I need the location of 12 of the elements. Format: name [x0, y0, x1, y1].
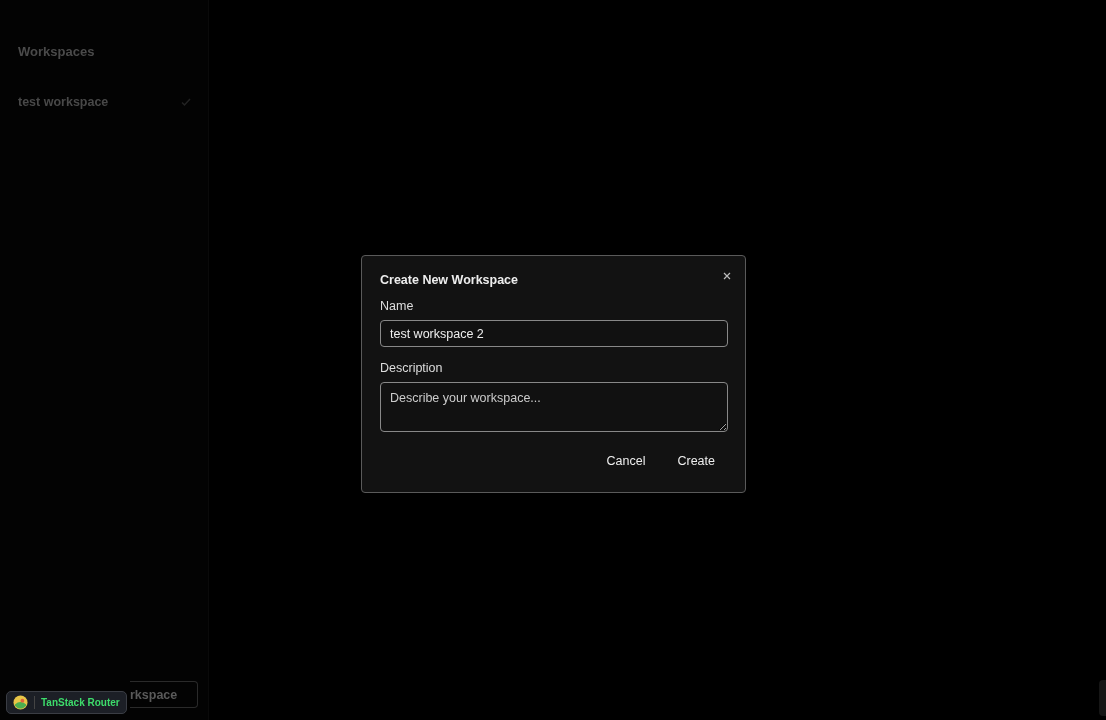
- logo-icon: [13, 695, 28, 710]
- dialog-button[interactable]: Cancel: [594, 450, 658, 472]
- badge-label: TanStack Router: [41, 697, 120, 708]
- devtools-badge[interactable]: TanStack Router: [6, 691, 127, 714]
- description-field[interactable]: Describe your workspace...: [380, 382, 728, 432]
- dialog-title: Create New Workspace: [380, 273, 520, 287]
- dialog-button[interactable]: Create: [665, 450, 727, 472]
- field-label: Name: [380, 299, 415, 313]
- name-field[interactable]: test workspace 2: [380, 320, 728, 347]
- field-label: Description: [380, 361, 444, 375]
- check-icon: [180, 96, 192, 108]
- sidebar-title: Workspaces: [18, 44, 96, 59]
